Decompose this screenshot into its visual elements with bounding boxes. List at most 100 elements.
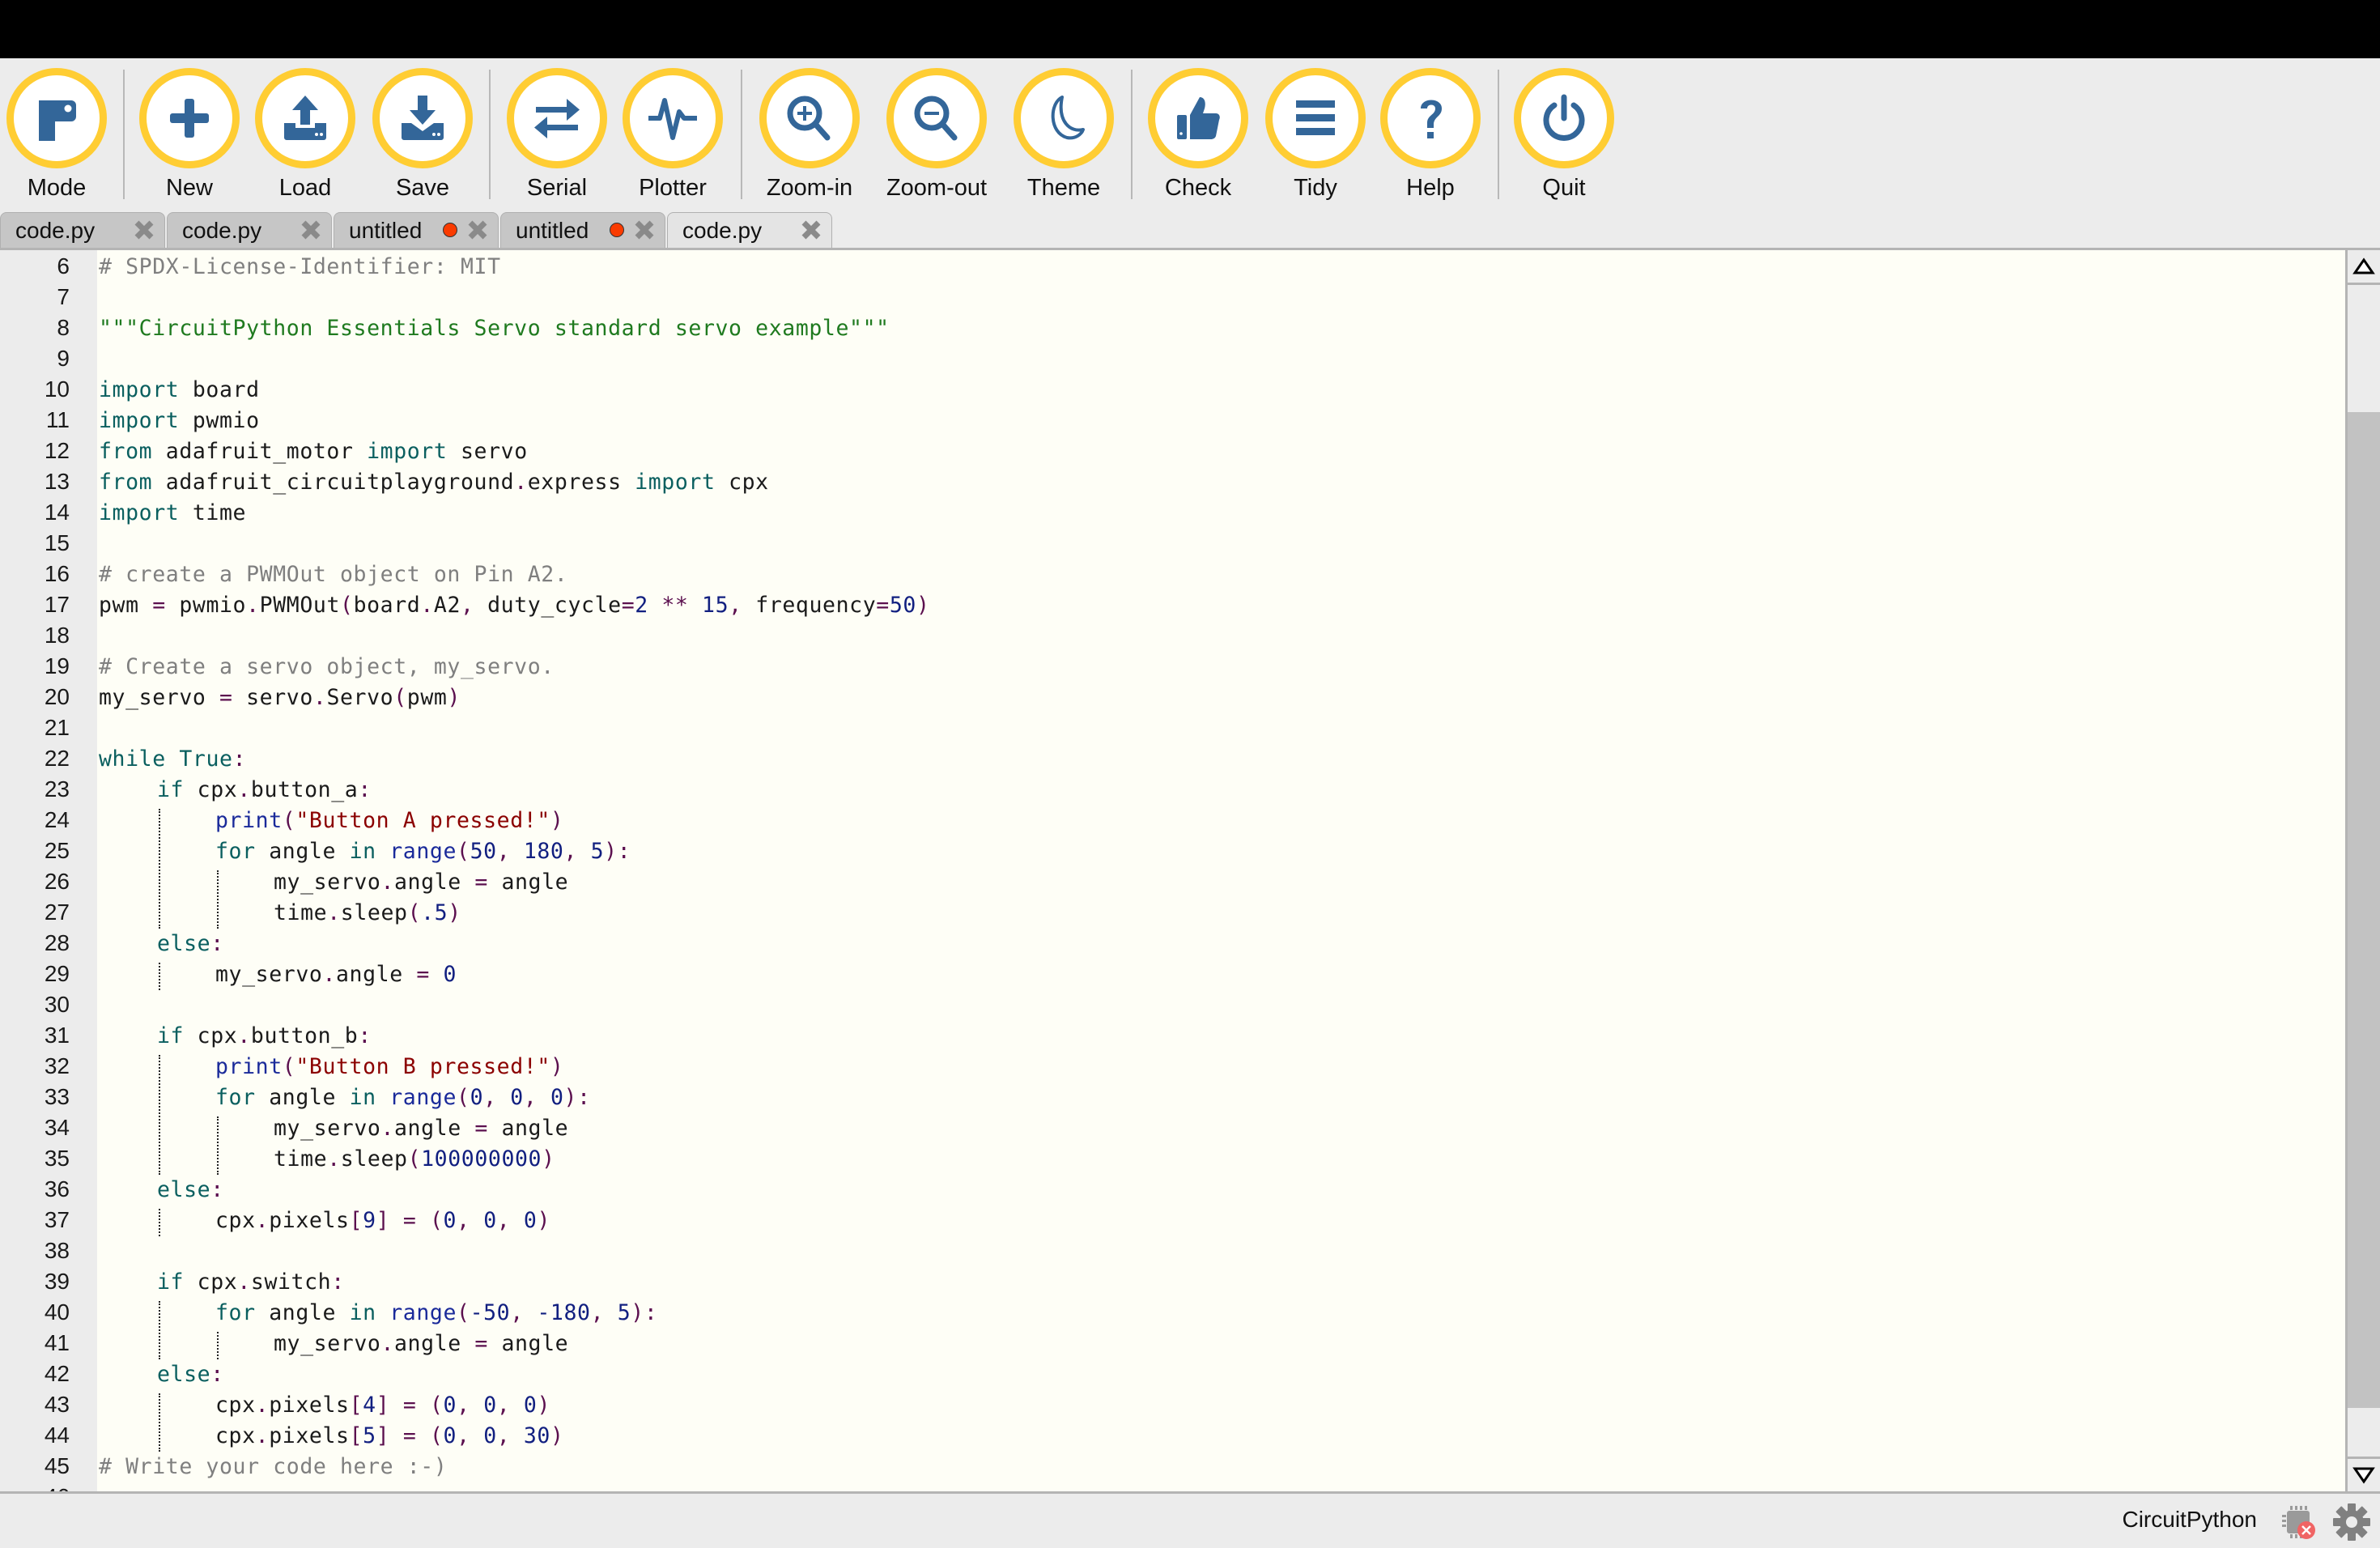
- code-line[interactable]: # create a PWMOut object on Pin A2.: [99, 562, 567, 587]
- scrollbar-thumb[interactable]: [2348, 412, 2380, 1408]
- code-line[interactable]: my_servo.angle = angle: [274, 1331, 568, 1356]
- code-token: .: [514, 470, 528, 495]
- code-editor[interactable]: 6 # SPDX-License-Identifier: MIT 7 8 """Circ…: [0, 250, 2345, 1491]
- code-line[interactable]: import pwmio: [99, 408, 260, 433]
- code-token: =: [402, 1208, 417, 1233]
- code-line[interactable]: # Create a servo object, my_servo.: [99, 654, 555, 679]
- serial-button[interactable]: Serial: [500, 68, 614, 202]
- scroll-up-button[interactable]: [2348, 250, 2380, 285]
- plotter-button[interactable]: Plotter: [616, 68, 729, 202]
- code-token: **: [661, 593, 689, 618]
- close-icon[interactable]: [300, 219, 321, 240]
- code-line[interactable]: import time: [99, 500, 246, 525]
- code-token: sleep: [340, 1146, 408, 1172]
- close-icon[interactable]: [801, 219, 822, 240]
- line-number: 42: [44, 1361, 70, 1386]
- code-line[interactable]: my_servo = servo.Servo(pwm): [99, 685, 461, 710]
- close-icon[interactable]: [134, 219, 155, 240]
- code-token: angle: [394, 1331, 475, 1356]
- code-token: =: [621, 593, 635, 618]
- code-token: angle: [394, 1116, 475, 1141]
- code-line[interactable]: cpx.pixels[9] = (0, 0, 0): [215, 1208, 550, 1233]
- board-disconnected-icon[interactable]: [2280, 1503, 2317, 1541]
- code-line[interactable]: if cpx.button_b:: [157, 1023, 372, 1048]
- line-number: 36: [44, 1176, 70, 1201]
- code-line[interactable]: print("Button A pressed!"): [215, 808, 563, 833]
- code-line[interactable]: else:: [157, 1177, 224, 1202]
- close-icon[interactable]: [467, 219, 488, 240]
- code-token: import: [367, 439, 448, 464]
- code-token: my_servo: [274, 1331, 381, 1356]
- code-token: angle: [255, 1300, 350, 1325]
- code-line[interactable]: while True:: [99, 746, 246, 772]
- mode-indicator[interactable]: CircuitPython: [2122, 1507, 2257, 1533]
- tidy-button[interactable]: Tidy: [1259, 68, 1372, 202]
- tab-3[interactable]: untitled: [500, 212, 665, 248]
- tab-4[interactable]: code.py: [667, 212, 832, 248]
- code-line[interactable]: my_servo.angle = 0: [215, 962, 457, 987]
- code-line[interactable]: if cpx.switch:: [157, 1269, 345, 1295]
- code-token: angle: [487, 1116, 569, 1141]
- new-label: New: [165, 175, 213, 201]
- code-line[interactable]: # SPDX-License-Identifier: MIT: [99, 254, 501, 279]
- code-line[interactable]: for angle in range(50, 180, 5):: [215, 839, 631, 864]
- tab-2[interactable]: untitled: [334, 212, 499, 248]
- zoom-in-button[interactable]: Zoom-in: [753, 68, 866, 202]
- code-line[interactable]: cpx.pixels[4] = (0, 0, 0): [215, 1393, 550, 1418]
- code-line[interactable]: """CircuitPython Essentials Servo standa…: [99, 316, 890, 341]
- code-line[interactable]: for angle in range(0, 0, 0):: [215, 1085, 591, 1110]
- load-button[interactable]: Load: [249, 68, 362, 202]
- vertical-scrollbar[interactable]: [2345, 250, 2380, 1491]
- code-line[interactable]: else:: [157, 931, 224, 956]
- code-token: print: [215, 1054, 283, 1079]
- code-line[interactable]: for angle in range(-50, -180, 5):: [215, 1300, 657, 1325]
- code-line[interactable]: my_servo.angle = angle: [274, 870, 568, 895]
- quit-button[interactable]: Quit: [1507, 68, 1621, 202]
- code-line[interactable]: my_servo.angle = angle: [274, 1116, 568, 1141]
- code-token: 0: [443, 1208, 457, 1233]
- new-button[interactable]: New: [133, 68, 246, 202]
- tab-0[interactable]: code.py: [0, 212, 165, 248]
- scroll-down-button[interactable]: [2348, 1457, 2380, 1491]
- code-line[interactable]: pwm = pwmio.PWMOut(board.A2, duty_cycle=…: [99, 593, 930, 618]
- unsaved-dot-icon: [443, 223, 457, 237]
- code-line[interactable]: import board: [99, 377, 260, 402]
- help-button[interactable]: Help: [1374, 68, 1487, 202]
- code-line[interactable]: if cpx.button_a:: [157, 777, 372, 802]
- mode-button[interactable]: Mode: [0, 68, 113, 202]
- tab-title: untitled: [516, 218, 589, 243]
- window-top-bar: [0, 0, 2380, 58]
- code-token: from: [99, 439, 153, 464]
- code-token: ): [550, 1054, 564, 1079]
- theme-button[interactable]: Theme: [1007, 68, 1120, 202]
- code-token: ):: [563, 1085, 591, 1110]
- code-token: =: [402, 1423, 417, 1448]
- code-line[interactable]: print("Button B pressed!"): [215, 1054, 563, 1079]
- code-line[interactable]: time.sleep(100000000): [274, 1146, 555, 1172]
- save-button[interactable]: Save: [366, 68, 479, 202]
- code-token: (: [457, 839, 470, 864]
- code-token: 0: [443, 962, 457, 987]
- indent-guide: [217, 1332, 219, 1359]
- code-line[interactable]: from adafruit_circuitplayground.express …: [99, 470, 769, 495]
- code-token: my_servo: [99, 685, 219, 710]
- gear-icon[interactable]: [2331, 1502, 2372, 1542]
- code-token: ,: [496, 839, 511, 864]
- code-line[interactable]: from adafruit_motor import servo: [99, 439, 528, 464]
- code-token: cpx: [715, 470, 769, 495]
- check-button[interactable]: Check: [1141, 68, 1255, 202]
- code-token: else: [157, 931, 211, 956]
- code-line[interactable]: cpx.pixels[5] = (0, 0, 30): [215, 1423, 564, 1448]
- code-token: :: [210, 931, 224, 956]
- code-token: servo: [232, 685, 313, 710]
- code-line[interactable]: time.sleep(.5): [274, 900, 461, 925]
- close-icon[interactable]: [634, 219, 655, 240]
- code-line[interactable]: # Write your code here :-): [99, 1454, 447, 1479]
- zoom-out-button[interactable]: Zoom-out: [880, 68, 993, 202]
- download-icon: [372, 68, 473, 168]
- code-line[interactable]: else:: [157, 1362, 224, 1387]
- code-token: ]: [376, 1393, 390, 1418]
- tab-1[interactable]: code.py: [167, 212, 332, 248]
- line-number: 11: [45, 407, 70, 432]
